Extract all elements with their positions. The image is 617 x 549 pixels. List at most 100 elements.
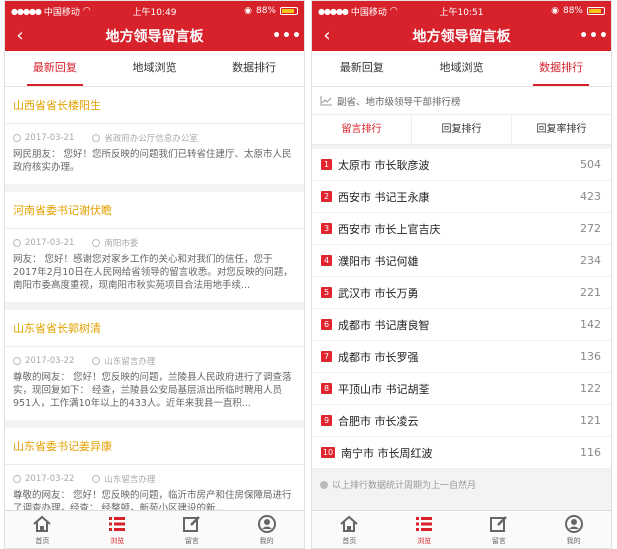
subtab-reply-rate-ranking[interactable]: 回复率排行: [512, 115, 611, 144]
leader-name: 平顶山市 书记胡荃: [338, 382, 430, 396]
message-count: 423: [580, 190, 601, 203]
message-date: 2017-03-21: [25, 133, 75, 143]
message-count: 121: [580, 414, 601, 427]
table-row[interactable]: 7 成都市 市长罗强 136: [312, 341, 611, 373]
bottom-nav-browse[interactable]: 浏览: [387, 511, 462, 548]
alarm-icon: ◉: [551, 6, 559, 16]
message-count: 221: [580, 286, 601, 299]
message-title[interactable]: 河南省委书记谢伏瞻: [5, 192, 304, 229]
table-row[interactable]: 1 太原市 市长耿彦波 504: [312, 149, 611, 181]
bottom-nav-label: 我的: [566, 536, 581, 545]
bottom-nav-browse[interactable]: 浏览: [80, 511, 155, 548]
ranking-note: 以上排行数据统计周期为上一自然月: [312, 469, 611, 500]
bottom-nav-message[interactable]: 留言: [155, 511, 230, 548]
alarm-icon: ◉: [244, 6, 252, 16]
message-body: 网民朋友： 您好！您所反映的问题我们已转省住建厅、太原市人民政府核实办理。: [13, 149, 292, 173]
message-count: 116: [580, 446, 601, 459]
bottom-nav: 首页 浏览 留言 我的: [5, 510, 304, 548]
tab-region-browse[interactable]: 地域浏览: [105, 51, 205, 86]
leader-name: 成都市 书记唐良智: [338, 318, 430, 332]
message-source: 山东留言办理: [104, 475, 156, 485]
message-title[interactable]: 山东省省长郭树清: [5, 310, 304, 347]
status-bar: ●●●●● 中国移动 ◠ 上午10:51 ◉ 88%: [312, 1, 611, 21]
bottom-nav-label: 浏览: [417, 536, 432, 545]
ranking-subtabs: 留言排行 回复排行 回复率排行: [312, 115, 611, 145]
list-icon: [416, 516, 433, 531]
bottom-nav-mine[interactable]: 我的: [536, 511, 611, 548]
ranking-note-text: 以上排行数据统计周期为上一自然月: [332, 481, 477, 491]
message-body: 尊敬的网友： 您好！您反映的问题，临沂市房产和住房保障局进行了调查办理，经查： …: [13, 490, 292, 510]
leader-name: 太原市 市长耿彦波: [338, 158, 430, 172]
phone-screen-latest: ●●●●● 中国移动 ◠ 上午10:49 ◉ 88% ‹ 地方领导留言板 •••…: [4, 0, 305, 549]
org-icon: [92, 475, 101, 483]
org-icon: [92, 357, 101, 365]
list-item[interactable]: 河南省委书记谢伏瞻 2017-03-21 南阳市委 网友： 您好！感谢您对家乡工…: [5, 192, 304, 302]
message-title[interactable]: 山西省省长楼阳生: [5, 87, 304, 124]
rank-badge: 3: [321, 223, 332, 234]
table-row[interactable]: 8 平顶山市 书记胡荃 122: [312, 373, 611, 405]
leader-name: 西安市 市长上官吉庆: [338, 222, 441, 236]
list-item[interactable]: 山东省委书记姜异康 2017-03-22 山东留言办理 尊敬的网友： 您好！您反…: [5, 428, 304, 510]
table-row[interactable]: 4 濮阳市 书记何雄 234: [312, 245, 611, 277]
subtab-reply-ranking[interactable]: 回复排行: [412, 115, 512, 144]
bottom-nav-home[interactable]: 首页: [312, 511, 387, 548]
table-row[interactable]: 3 西安市 市长上官吉庆 272: [312, 213, 611, 245]
org-icon: [92, 134, 101, 142]
bottom-nav-label: 留言: [184, 536, 199, 545]
list-icon: [109, 516, 126, 531]
table-row[interactable]: 5 武汉市 市长万勇 221: [312, 277, 611, 309]
leader-name: 西安市 书记王永康: [338, 190, 430, 204]
tab-data-ranking[interactable]: 数据排行: [511, 51, 611, 86]
more-icon[interactable]: •••: [577, 28, 611, 44]
clock-icon: [13, 475, 21, 483]
message-count: 504: [580, 158, 601, 171]
home-icon: [33, 515, 52, 532]
message-source: 南阳市委: [104, 239, 139, 249]
battery-icon: [587, 7, 605, 15]
bottom-nav: 首页 浏览 留言 我的: [312, 510, 611, 548]
user-icon: [564, 514, 583, 533]
message-count: 122: [580, 382, 601, 395]
ranking-title: 副省、地市级领导干部排行榜: [337, 96, 461, 108]
message-source: 省政府办公厅信息办公室: [104, 134, 198, 144]
ranking-panel: 副省、地市级领导干部排行榜 留言排行 回复排行 回复率排行 1 太原市 市长耿彦波…: [312, 87, 611, 510]
rank-badge: 6: [321, 319, 332, 330]
table-row[interactable]: 9 合肥市 市长凌云 121: [312, 405, 611, 437]
bottom-nav-message[interactable]: 留言: [462, 511, 537, 548]
rank-badge: 2: [321, 191, 332, 202]
rank-badge: 9: [321, 415, 332, 426]
message-date: 2017-03-22: [25, 356, 75, 366]
list-item[interactable]: 山东省省长郭树清 2017-03-22 山东留言办理 尊敬的网友： 您好！您反映…: [5, 310, 304, 420]
bottom-nav-home[interactable]: 首页: [5, 511, 80, 548]
info-icon: [320, 480, 328, 489]
tab-latest-reply[interactable]: 最新回复: [5, 51, 105, 86]
tab-data-ranking[interactable]: 数据排行: [204, 51, 304, 86]
rank-badge: 5: [321, 287, 332, 298]
rank-badge: 4: [321, 255, 332, 266]
bottom-nav-label: 我的: [259, 536, 274, 545]
table-row[interactable]: 6 成都市 书记唐良智 142: [312, 309, 611, 341]
table-row[interactable]: 10 南宁市 市长周红波 116: [312, 437, 611, 469]
message-count: 234: [580, 254, 601, 267]
message-count: 272: [580, 222, 601, 235]
nav-bar: ‹ 地方领导留言板 •••: [312, 21, 611, 51]
ranking-header: 副省、地市级领导干部排行榜: [312, 87, 611, 115]
message-list: 山西省省长楼阳生 2017-03-21 省政府办公厅信息办公室 网民朋友： 您好…: [5, 87, 304, 510]
leader-name: 合肥市 市长凌云: [338, 414, 419, 428]
list-item[interactable]: 山西省省长楼阳生 2017-03-21 省政府办公厅信息办公室 网民朋友： 您好…: [5, 87, 304, 184]
edit-icon: [182, 515, 200, 532]
rank-badge: 10: [321, 447, 335, 458]
clock-icon: [13, 357, 21, 365]
subtab-message-ranking[interactable]: 留言排行: [312, 115, 412, 144]
tab-latest-reply[interactable]: 最新回复: [312, 51, 412, 86]
battery-label: 88%: [255, 6, 276, 16]
back-icon[interactable]: ‹: [5, 21, 35, 51]
back-icon[interactable]: ‹: [312, 21, 342, 51]
message-title[interactable]: 山东省委书记姜异康: [5, 428, 304, 465]
rank-badge: 1: [321, 159, 332, 170]
table-row[interactable]: 2 西安市 书记王永康 423: [312, 181, 611, 213]
home-icon: [340, 515, 359, 532]
bottom-nav-mine[interactable]: 我的: [229, 511, 304, 548]
tab-region-browse[interactable]: 地域浏览: [412, 51, 512, 86]
more-icon[interactable]: •••: [270, 28, 304, 44]
